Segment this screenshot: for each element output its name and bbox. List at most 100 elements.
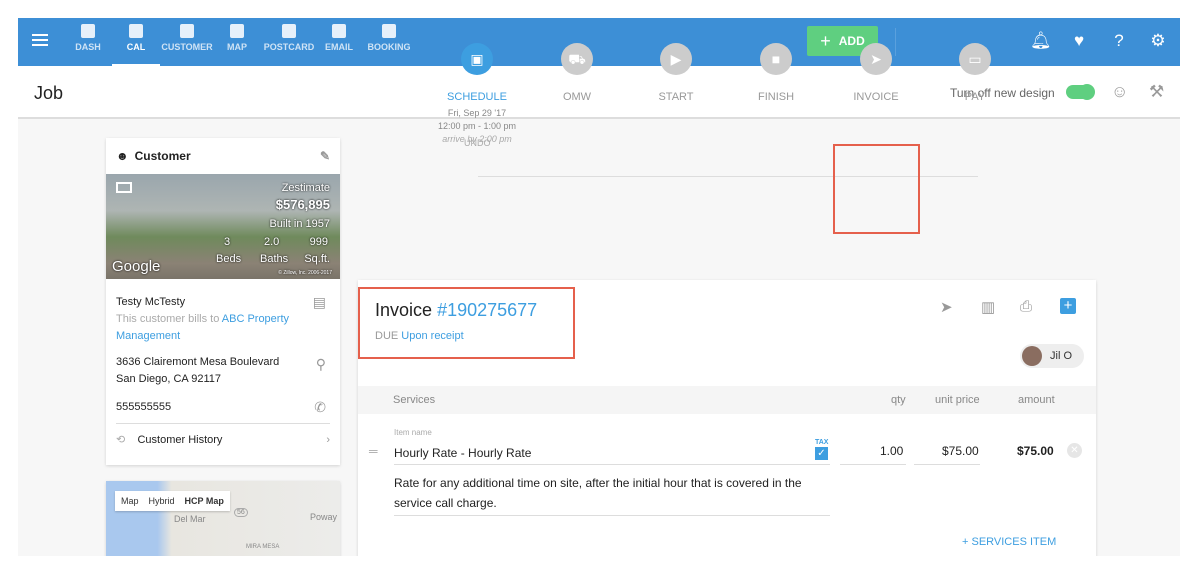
map-tab-map[interactable]: Map	[121, 496, 139, 506]
truck-icon: ⛟	[561, 43, 593, 75]
avatar	[1022, 346, 1042, 366]
schedule-time: 12:00 pm - 1:00 pm	[437, 121, 517, 131]
sqft-value: 999	[309, 236, 328, 248]
nav-cal[interactable]: CAL	[112, 18, 160, 66]
gear-icon[interactable]: ⚙	[1148, 31, 1168, 51]
item-description[interactable]: Rate for any additional time on site, af…	[394, 473, 824, 513]
col-qty: qty	[891, 394, 906, 406]
print-icon[interactable]: ⎙	[1020, 298, 1032, 315]
sqft-label: Sq.ft.	[304, 253, 330, 265]
nav-email[interactable]: EMAIL	[322, 18, 356, 66]
location-pin-icon[interactable]: ⚲	[316, 356, 326, 373]
smiley-icon[interactable]: ☺	[1111, 82, 1128, 102]
nav-label: CUSTOMER	[161, 42, 213, 52]
step-label: INVOICE	[853, 91, 899, 103]
step-invoice[interactable]: ➤ INVOICE	[826, 43, 926, 103]
baths-value: 2.0	[264, 236, 280, 248]
page-title: Job	[34, 83, 64, 103]
item-amount: $75.00	[1017, 444, 1054, 458]
new-design-toggle[interactable]	[1066, 84, 1095, 100]
built-year: Built in 1957	[269, 218, 330, 230]
customer-card: ☻ Customer ✎ Zestimate $576,895 Built in 1…	[106, 138, 340, 465]
step-start[interactable]: ▶ START	[626, 43, 726, 103]
nav-label: MAP	[227, 42, 247, 52]
invoice-title-highlight	[358, 287, 575, 359]
input-underline	[914, 464, 980, 465]
col-services: Services	[393, 394, 436, 406]
item-name-input[interactable]: Hourly Rate - Hourly Rate	[394, 446, 531, 460]
nav-postcard[interactable]: POSTCARD	[261, 18, 317, 66]
map-tab-hybrid[interactable]: Hybrid	[149, 496, 175, 506]
step-pay[interactable]: ▭ PAY	[925, 43, 1025, 103]
history-label: Customer History	[137, 434, 223, 446]
nav-map[interactable]: MAP	[222, 18, 252, 66]
map-label: Del Mar	[174, 514, 206, 524]
menu-icon[interactable]	[32, 34, 48, 46]
pdf-icon[interactable]: ▥	[981, 298, 995, 316]
input-underline	[394, 515, 830, 516]
step-schedule[interactable]: ▣ SCHEDULE Fri, Sep 29 '17 12:00 pm - 1:00…	[427, 43, 527, 146]
add-icon[interactable]: +	[1060, 298, 1076, 314]
step-finish[interactable]: ■ FINISH	[726, 43, 826, 103]
app: DASH CAL CUSTOMER MAP POSTCARD EMAIL BOO…	[18, 18, 1180, 556]
nav-label: DASH	[75, 42, 101, 52]
input-underline	[840, 464, 906, 465]
tax-checkbox[interactable]: ✓	[815, 447, 828, 460]
send-icon[interactable]: ➤	[940, 298, 953, 316]
unit-price-input[interactable]: $75.00	[942, 444, 979, 458]
assignee-chip[interactable]: Jil O	[1020, 344, 1084, 368]
calendar-icon: ▣	[461, 43, 493, 75]
phone: 555555555	[116, 401, 172, 413]
bell-icon[interactable]: 🔔︎	[1030, 31, 1052, 51]
card-heading: Customer	[134, 149, 191, 163]
customer-history-link[interactable]: ⟲ Customer History ›	[116, 432, 330, 449]
address-line2: San Diego, CA 92117	[116, 373, 221, 385]
nav-customer[interactable]: CUSTOMER	[160, 18, 214, 66]
edit-icon[interactable]: ✎	[320, 149, 330, 163]
add-services-item-button[interactable]: + SERVICES ITEM	[962, 536, 1056, 548]
google-logo: Google	[112, 258, 161, 275]
qty-input[interactable]: 1.00	[880, 444, 903, 458]
step-label: FINISH	[757, 91, 795, 103]
contact-card-icon[interactable]: ▤	[313, 294, 326, 311]
nav-label: EMAIL	[325, 42, 353, 52]
contact-icon	[180, 24, 194, 38]
map[interactable]: Map Hybrid HCP Map Del Mar Poway MIRA MESA…	[106, 481, 340, 556]
tools-icon[interactable]: ⚒	[1149, 82, 1164, 102]
services-header: Services qty unit price amount	[358, 386, 1096, 414]
play-icon: ▶	[660, 43, 692, 75]
chevron-right-icon: ›	[326, 434, 330, 446]
nav-label: POSTCARD	[263, 42, 315, 52]
help-icon[interactable]: ?	[1109, 31, 1129, 51]
map-tab-hcp[interactable]: HCP Map	[185, 496, 224, 506]
col-unit-price: unit price	[935, 394, 980, 406]
step-omw[interactable]: ⛟ OMW	[527, 43, 627, 103]
arrive-by: arrive by 2:00 pm	[442, 134, 512, 144]
step-label: START	[658, 91, 694, 103]
history-icon: ⟲	[116, 434, 126, 446]
calendar-icon	[129, 24, 143, 38]
item-name-label: Item name	[394, 428, 432, 437]
streetview-icon	[116, 182, 132, 193]
send-icon: ➤	[860, 43, 892, 75]
map-icon	[230, 24, 244, 38]
invoice-step-highlight	[833, 144, 920, 234]
drag-handle-icon[interactable]: ═	[369, 444, 378, 458]
mail-icon	[332, 24, 346, 38]
nav-booking[interactable]: BOOKING	[364, 18, 414, 66]
nav-dash[interactable]: DASH	[70, 18, 106, 66]
address-line1: 3636 Clairemont Mesa Boulevard	[116, 356, 280, 368]
copyright: © Zillow, Inc. 2006-2017	[278, 270, 332, 276]
step-label: OMW	[562, 91, 592, 103]
booking-icon	[382, 24, 396, 38]
heart-pulse-icon[interactable]: ♥	[1069, 31, 1089, 51]
input-underline	[394, 464, 830, 465]
phone-icon[interactable]: ✆	[314, 399, 326, 416]
street-view-photo[interactable]: Zestimate $576,895 Built in 1957 3 Beds …	[106, 174, 340, 279]
zestimate-value: $576,895	[275, 197, 330, 212]
baths-label: Baths	[260, 253, 289, 265]
remove-item-icon[interactable]: ✕	[1067, 443, 1082, 458]
tax-label: TAX	[815, 439, 829, 446]
step-label: SCHEDULE	[447, 91, 507, 103]
col-amount: amount	[1018, 394, 1055, 406]
